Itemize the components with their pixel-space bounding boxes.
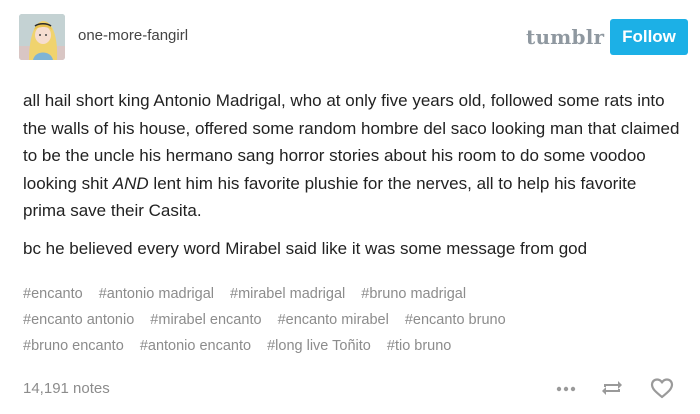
post-header: one-more-fangirl tumblr Follow: [0, 0, 700, 72]
reblog-icon[interactable]: [598, 374, 626, 402]
tag-link[interactable]: #encanto antonio: [23, 307, 134, 333]
post-body: all hail short king Antonio Madrigal, wh…: [23, 87, 683, 262]
tag-link[interactable]: #encanto mirabel: [278, 307, 389, 333]
more-icon[interactable]: [552, 374, 580, 402]
avatar-alice-icon[interactable]: [19, 14, 65, 60]
post-footer: 14,191 notes: [0, 368, 700, 408]
post-paragraph-2: bc he believed every word Mirabel said l…: [23, 238, 588, 258]
tag-link[interactable]: #encanto: [23, 281, 83, 307]
tumblr-logo[interactable]: tumblr: [526, 25, 604, 49]
tag-link[interactable]: #long live Toñito: [267, 333, 371, 359]
tag-link[interactable]: #mirabel madrigal: [230, 281, 345, 307]
tag-list: #encanto #antonio madrigal #mirabel madr…: [23, 281, 683, 359]
tag-link[interactable]: #bruno madrigal: [361, 281, 466, 307]
tag-link[interactable]: #encanto bruno: [405, 307, 506, 333]
post-text-emphasis: AND: [112, 173, 149, 193]
heart-icon[interactable]: [648, 374, 676, 402]
notes-count[interactable]: 14,191 notes: [23, 380, 110, 397]
tag-link[interactable]: #antonio encanto: [140, 333, 251, 359]
post-paragraph-1: all hail short king Antonio Madrigal, wh…: [23, 87, 683, 225]
username-link[interactable]: one-more-fangirl: [78, 27, 188, 44]
tag-link[interactable]: #antonio madrigal: [99, 281, 214, 307]
tag-link[interactable]: #mirabel encanto: [150, 307, 261, 333]
tag-link[interactable]: #bruno encanto: [23, 333, 124, 359]
tag-link[interactable]: #tio bruno: [387, 333, 452, 359]
follow-button[interactable]: Follow: [610, 19, 688, 55]
